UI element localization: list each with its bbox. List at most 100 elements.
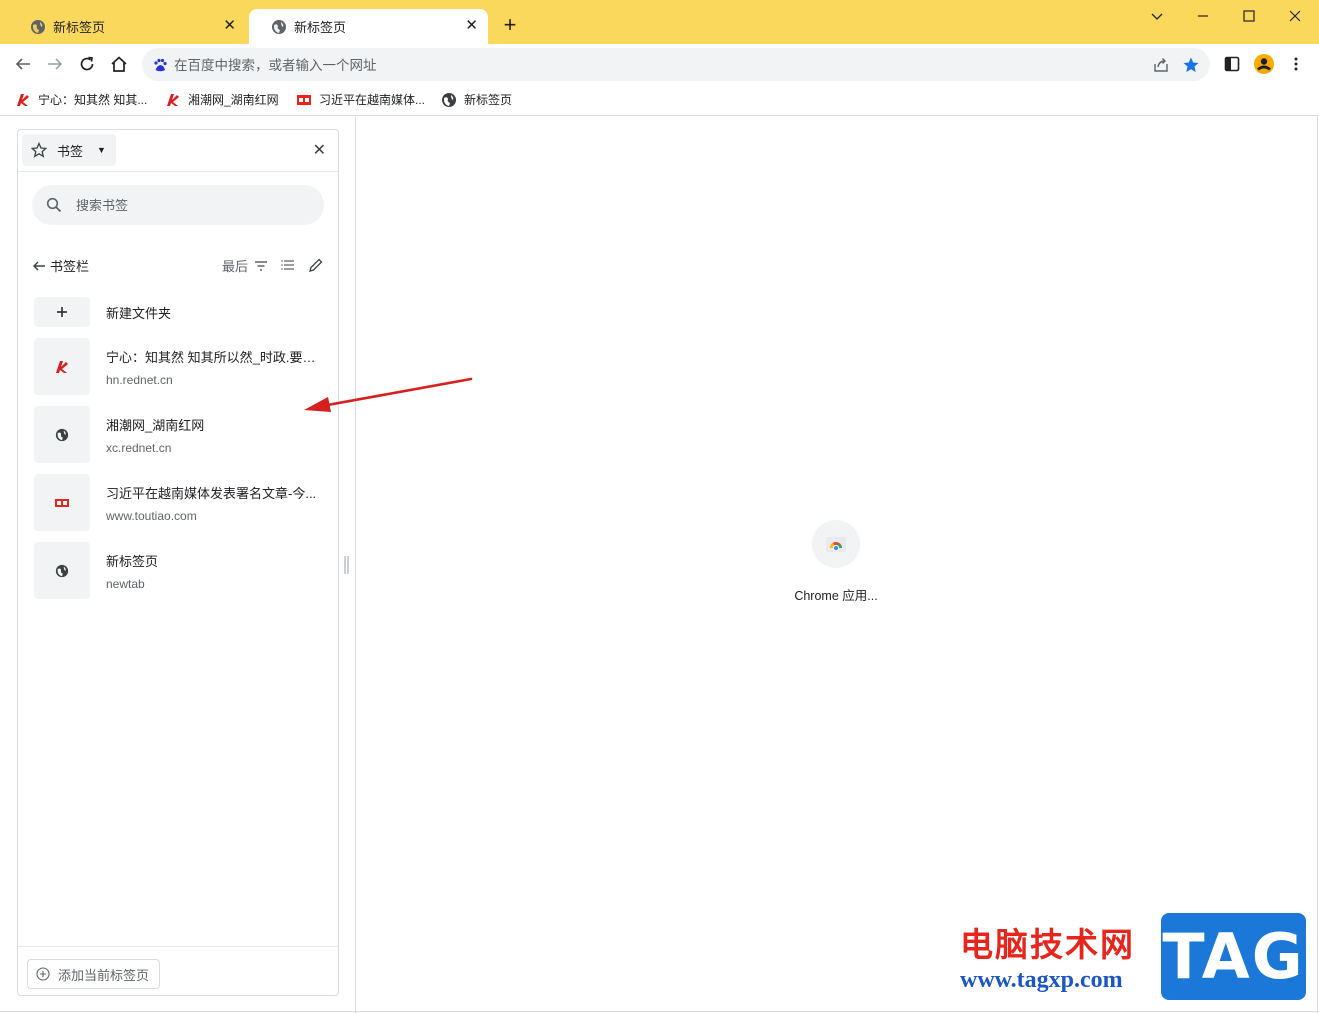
tab-active[interactable]: 新标签页 ✕ xyxy=(249,9,488,44)
bookmark-bar-label: 新标签页 xyxy=(464,93,513,107)
globe-icon xyxy=(55,428,69,441)
title-bar: 新标签页 ✕ 新标签页 ✕ + xyxy=(0,0,1319,44)
bookmark-title: 宁心：知其然 知其所以然_时政.要闻... xyxy=(106,349,322,365)
minimize-icon[interactable] xyxy=(1180,4,1226,28)
toolbar xyxy=(0,44,1319,84)
reload-button[interactable] xyxy=(75,52,99,76)
arrow-left-icon xyxy=(33,261,45,270)
shortcut-icon-circle xyxy=(812,520,860,568)
bookmark-url: hn.rednet.cn xyxy=(106,372,173,387)
list-view-icon[interactable] xyxy=(280,257,296,273)
bookmark-thumb xyxy=(34,542,90,599)
bookmark-title: 新标签页 xyxy=(106,553,159,569)
bookmark-thumb xyxy=(34,338,90,395)
rednet-icon xyxy=(17,93,29,106)
bookmark-url: xc.rednet.cn xyxy=(106,440,172,455)
divider xyxy=(18,946,338,947)
bookmark-bar-item[interactable]: 习近平在越南媒体... xyxy=(296,91,425,108)
close-side-panel-icon[interactable]: ✕ xyxy=(313,140,326,160)
star-outline-icon xyxy=(31,142,47,158)
divider xyxy=(1317,117,1318,1013)
bookmark-thumb xyxy=(34,406,90,463)
rednet-icon xyxy=(56,360,68,373)
menu-button[interactable] xyxy=(1284,52,1308,76)
bookmark-bar-item[interactable]: 湘潮网_湖南红网 xyxy=(165,91,279,108)
bookmark-item[interactable]: 新标签页 newtab xyxy=(34,542,324,599)
watermark-badge: TAG xyxy=(1161,913,1306,1000)
watermark-cn-text: 电脑技术网 xyxy=(960,925,1135,964)
caret-down-icon: ▼ xyxy=(97,145,106,155)
chevron-down-icon[interactable] xyxy=(1134,4,1180,28)
breadcrumb[interactable]: 书签栏 xyxy=(32,256,89,275)
bookmark-item[interactable]: 宁心：知其然 知其所以然_时政.要闻... hn.rednet.cn xyxy=(34,338,324,395)
search-icon xyxy=(46,197,62,213)
tab-title: 新标签页 xyxy=(53,20,106,35)
toutiao-icon xyxy=(55,498,69,507)
tab-inactive[interactable]: 新标签页 ✕ xyxy=(8,9,246,44)
rednet-icon xyxy=(167,93,179,106)
bookmark-title: 习近平在越南媒体发表署名文章-今... xyxy=(106,485,317,501)
bookmark-bar-item[interactable]: 新标签页 xyxy=(441,91,512,108)
arrow-right-icon xyxy=(48,58,63,70)
breadcrumb-label: 书签栏 xyxy=(50,259,90,274)
back-button[interactable] xyxy=(11,52,35,76)
bookmarks-side-panel: 书签 ▼ ✕ 书签栏 最后 新建文件夹 xyxy=(17,129,339,996)
maximize-icon[interactable] xyxy=(1226,4,1272,28)
globe-icon xyxy=(272,19,286,34)
bookmark-search[interactable] xyxy=(32,185,324,225)
side-panel-icon xyxy=(1224,56,1240,72)
bookmark-bar-label: 湘潮网_湖南红网 xyxy=(188,93,279,107)
chrome-icon xyxy=(826,537,846,552)
bookmark-item[interactable]: 习近平在越南媒体发表署名文章-今... www.toutiao.com xyxy=(34,474,324,531)
side-panel-button[interactable] xyxy=(1220,52,1244,76)
baidu-icon xyxy=(154,58,167,72)
divider xyxy=(18,171,338,172)
forward-button[interactable] xyxy=(43,52,67,76)
plus-icon xyxy=(34,297,90,327)
browser-window: 新标签页 ✕ 新标签页 ✕ + 在百度中搜索，或者输入一个网址 宁心：知其然 知… xyxy=(0,0,1319,1013)
bookmark-url: newtab xyxy=(106,576,145,591)
bookmark-title: 湘潮网_湖南红网 xyxy=(106,417,205,433)
bookmark-star-icon[interactable] xyxy=(1182,56,1200,74)
share-icon[interactable] xyxy=(1152,56,1170,74)
bookmark-url: www.toutiao.com xyxy=(106,508,197,523)
reload-icon xyxy=(80,56,94,71)
new-tab-button[interactable]: + xyxy=(498,13,522,37)
filter-icon xyxy=(255,260,268,271)
search-input[interactable] xyxy=(76,194,306,216)
divider xyxy=(355,117,356,1013)
close-icon[interactable] xyxy=(1272,4,1318,28)
bookmarks-bar: 宁心：知其然 知其... 湘潮网_湖南红网 习近平在越南媒体... 新标签页 xyxy=(0,84,1319,116)
panel-resize-handle[interactable] xyxy=(344,556,349,574)
add-current-tab-label: 添加当前标签页 xyxy=(58,967,150,983)
more-vert-icon xyxy=(1294,57,1298,71)
globe-icon xyxy=(442,92,456,107)
add-current-tab-button[interactable]: 添加当前标签页 xyxy=(27,959,161,989)
avatar xyxy=(1254,54,1274,74)
sort-button[interactable]: 最后 xyxy=(222,256,268,275)
globe-icon xyxy=(55,564,69,577)
bookmark-bar-item[interactable]: 宁心：知其然 知其... xyxy=(15,91,147,108)
home-button[interactable] xyxy=(107,52,131,76)
tab-close-icon[interactable]: ✕ xyxy=(223,18,236,34)
profile-button[interactable] xyxy=(1252,52,1276,76)
new-folder-row[interactable]: 新建文件夹 xyxy=(34,297,324,327)
tab-close-icon[interactable]: ✕ xyxy=(465,18,478,34)
toutiao-icon xyxy=(297,94,311,105)
home-icon xyxy=(111,56,127,72)
tab-title: 新标签页 xyxy=(294,20,347,35)
edit-pencil-icon[interactable] xyxy=(308,257,324,273)
new-folder-label: 新建文件夹 xyxy=(106,305,172,321)
bookmark-bar-label: 宁心：知其然 知其... xyxy=(38,93,148,107)
annotation-arrow xyxy=(304,377,473,412)
side-panel-selector[interactable]: 书签 ▼ xyxy=(22,134,116,166)
side-panel-title: 书签 xyxy=(57,143,84,159)
add-circle-icon xyxy=(36,967,50,981)
bookmark-item[interactable]: 湘潮网_湖南红网 xc.rednet.cn xyxy=(34,406,324,463)
shortcut-label: Chrome 应用... xyxy=(794,589,878,603)
divider xyxy=(0,1011,1319,1012)
shortcut-tile[interactable]: Chrome 应用... xyxy=(780,520,892,604)
globe-icon xyxy=(31,19,45,34)
omnibox[interactable] xyxy=(142,48,1210,81)
address-input[interactable] xyxy=(174,54,1134,76)
